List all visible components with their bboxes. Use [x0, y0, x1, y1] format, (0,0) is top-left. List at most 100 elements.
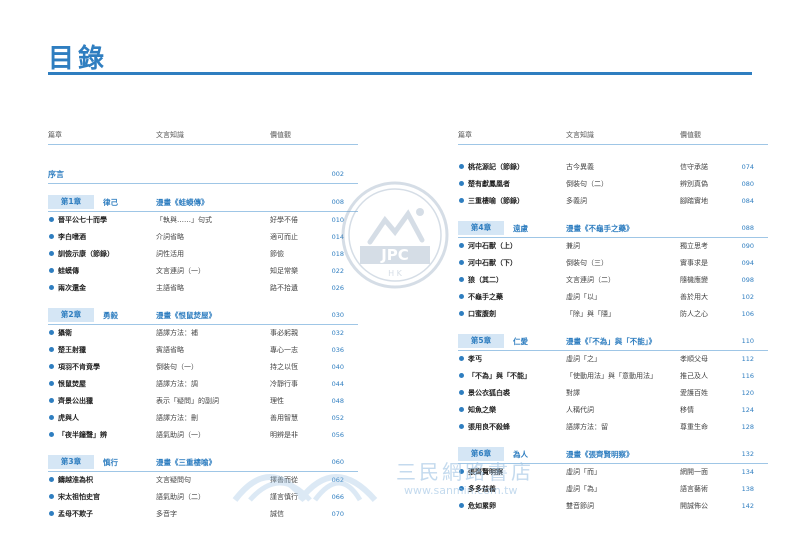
chapter-header[interactable]: 第5章 仁愛 漫畫《「不為」與「不能」》 110 — [458, 333, 768, 350]
entry-value: 冷靜行事 — [270, 380, 298, 388]
toc-entry[interactable]: 虎與人 語譯方法：刪 善用智慧 052 — [48, 410, 358, 427]
bullet-icon — [49, 330, 54, 335]
toc-entry[interactable]: 齊景公出獵 表示「疑問」的副詞 理性 048 — [48, 393, 358, 410]
entry-value: 好學不倦 — [270, 216, 298, 224]
bullet-icon — [49, 268, 54, 273]
toc-entry[interactable]: 楚王射獵 賓語省略 專心一志 036 — [48, 342, 358, 359]
entry-knowledge: 「執與……」句式 — [156, 216, 212, 224]
chapter-header[interactable]: 第1章 律己 漫畫《蛙蟆傳》 008 — [48, 194, 358, 211]
toc-entry[interactable]: 訓儉示康（節錄） 詞性活用 節儉 018 — [48, 246, 358, 263]
page-number: 056 — [331, 431, 344, 439]
entry-knowledge: 表示「疑問」的副詞 — [156, 397, 219, 405]
toc-entry[interactable]: 口蜜腹劍 「除」與「隱」 防人之心 106 — [458, 306, 768, 323]
toc-entry[interactable]: 張用良不殺蜂 語譯方法：留 尊重生命 128 — [458, 419, 768, 436]
toc-entry[interactable]: 恨鼠焚屋 語譯方法：調 冷靜行事 044 — [48, 376, 358, 393]
entry-title: 張用良不殺蜂 — [468, 423, 510, 431]
entry-value: 事必躬親 — [270, 329, 298, 337]
chapter-comic: 漫畫《不龜手之藥》 — [566, 224, 634, 233]
chapter-header[interactable]: 第4章 遠慮 漫畫《不龜手之藥》 088 — [458, 220, 768, 237]
bullet-icon — [49, 415, 54, 420]
toc-entry[interactable]: 狼（其二） 文言連詞（二） 隨機應變 098 — [458, 272, 768, 289]
logo-subtext: H K — [388, 269, 403, 278]
entry-knowledge: 虛詞「而」 — [566, 468, 601, 476]
entry-title: 攝衛 — [58, 329, 72, 337]
entry-value: 開誠佈公 — [680, 502, 708, 510]
chapter-section: 第4章 遠慮 漫畫《不龜手之藥》 088 河中石獸（上） 兼詞 獨立思考 090 河中石獸（下）… — [458, 220, 768, 323]
page-number: 112 — [741, 355, 754, 363]
entry-title: 孝丐 — [468, 355, 482, 363]
toc-entry[interactable]: 孝丐 虛詞「之」 孝順父母 112 — [458, 351, 768, 368]
entry-title: 景公衣狐白裘 — [468, 389, 510, 397]
toc-entry[interactable]: 孟母不欺子 多音字 誠信 070 — [48, 506, 358, 523]
toc-entry[interactable]: 三重樓喻（節錄） 多義詞 腳踏實地 084 — [458, 193, 768, 210]
bullet-icon — [49, 234, 54, 239]
entry-value: 實事求是 — [680, 259, 708, 267]
toc-entry[interactable]: 不龜手之藥 虛詞「以」 善於用大 102 — [458, 289, 768, 306]
toc-entry[interactable]: 晉平公七十而學 「執與……」句式 好學不倦 010 — [48, 212, 358, 229]
entry-title: 虎與人 — [58, 414, 79, 422]
toc-entry[interactable]: 景公衣狐白裘 對譯 愛護百姓 120 — [458, 385, 768, 402]
page-number: 094 — [741, 259, 754, 267]
toc-entry[interactable]: 「夜半鐘聲」辨 語氣助詞（一） 明辨是非 056 — [48, 427, 358, 444]
entry-value: 孝順父母 — [680, 355, 708, 363]
page-number: 110 — [741, 337, 754, 345]
chapter-badge: 第4章 — [458, 221, 504, 235]
bullet-icon — [459, 503, 464, 508]
chapter-header[interactable]: 第2章 勇毅 漫畫《恨鼠焚屋》 030 — [48, 307, 358, 324]
toc-entry[interactable]: 河中石獸（下） 倒裝句（三） 實事求是 094 — [458, 255, 768, 272]
entry-knowledge: 語氣助詞（二） — [156, 493, 205, 501]
preface-entry[interactable]: 序言 002 — [48, 165, 358, 183]
entry-value: 推己及人 — [680, 372, 708, 380]
bullet-icon — [459, 294, 464, 299]
entry-value: 隨機應變 — [680, 276, 708, 284]
page-number: 070 — [331, 510, 344, 518]
logo-text: JPC — [380, 246, 409, 264]
entry-value: 理性 — [270, 397, 284, 405]
entry-value: 誠信 — [270, 510, 284, 518]
entry-value: 獨立思考 — [680, 242, 708, 250]
bullet-icon — [459, 424, 464, 429]
toc-entry[interactable]: 李白嗜酒 介詞省略 適可而止 014 — [48, 229, 358, 246]
toc-entry[interactable]: 河中石獸（上） 兼詞 獨立思考 090 — [458, 238, 768, 255]
entry-title: 口蜜腹劍 — [468, 310, 496, 318]
toc-entry[interactable]: 危如累卵 雙音節詞 開誠佈公 142 — [458, 498, 768, 515]
entry-value: 愛護百姓 — [680, 389, 708, 397]
entry-value: 尊重生命 — [680, 423, 708, 431]
bullet-icon — [459, 407, 464, 412]
entry-value: 節儉 — [270, 250, 284, 258]
page-number: 032 — [331, 329, 344, 337]
bullet-icon — [459, 243, 464, 248]
bullet-icon — [459, 277, 464, 282]
entry-knowledge: 虛詞「以」 — [566, 293, 601, 301]
entry-knowledge: 詞性活用 — [156, 250, 184, 258]
entry-knowledge: 人稱代詞 — [566, 406, 594, 414]
entry-title: 「夜半鐘聲」辨 — [58, 431, 107, 439]
entry-value: 持之以恆 — [270, 363, 298, 371]
toc-entry[interactable]: 「不為」與「不能」 「使動用法」與「意動用法」 推己及人 116 — [458, 368, 768, 385]
entry-knowledge: 賓語省略 — [156, 346, 184, 354]
bullet-icon — [459, 373, 464, 378]
toc-entry[interactable]: 項羽不肯竟學 倒裝句（一） 持之以恆 040 — [48, 359, 358, 376]
page-number: 052 — [331, 414, 344, 422]
bullet-icon — [49, 477, 54, 482]
entry-title: 危如累卵 — [468, 502, 496, 510]
header-rule — [458, 144, 768, 145]
bullet-icon — [49, 398, 54, 403]
toc-entry[interactable]: 桃花源記（節錄） 古今異義 信守承諾 074 — [458, 159, 768, 176]
page-number: 134 — [741, 468, 754, 476]
header-values: 價值觀 — [270, 131, 291, 139]
header-chapter: 篇章 — [48, 131, 62, 139]
entry-knowledge: 語譯方法：留 — [566, 423, 608, 431]
bullet-icon — [459, 181, 464, 186]
entry-title: 不龜手之藥 — [468, 293, 503, 301]
toc-entry[interactable]: 楚有獻鳳凰者 倒裝句（二） 辨別真偽 080 — [458, 176, 768, 193]
toc-entry[interactable]: 兩次還金 主語省略 路不拾遺 026 — [48, 280, 358, 297]
toc-entry[interactable]: 蛙蟆傳 文言連詞（一） 知足常樂 022 — [48, 263, 358, 280]
bullet-icon — [459, 390, 464, 395]
chapter-section: 第2章 勇毅 漫畫《恨鼠焚屋》 030 攝衛 語譯方法：補 事必躬親 032 楚王射獵 賓語省略 專… — [48, 307, 358, 444]
page-number: 090 — [741, 242, 754, 250]
toc-entry[interactable]: 知魚之樂 人稱代詞 移情 124 — [458, 402, 768, 419]
chapter-comic: 漫畫《張齊賢明察》 — [566, 450, 634, 459]
toc-entry[interactable]: 攝衛 語譯方法：補 事必躬親 032 — [48, 325, 358, 342]
entry-knowledge: 兼詞 — [566, 242, 580, 250]
